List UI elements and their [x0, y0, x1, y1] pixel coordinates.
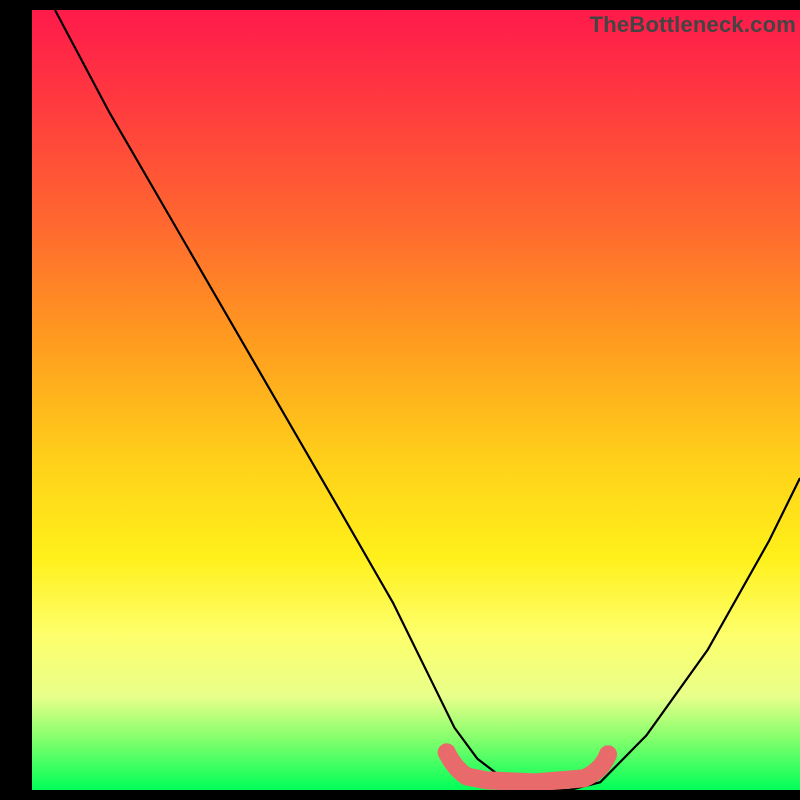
chart-svg	[32, 10, 800, 790]
flat-zone-dot-right	[599, 745, 617, 763]
flat-zone-dot-left	[438, 743, 456, 761]
curve-line	[55, 10, 800, 790]
optimal-flat-zone	[438, 743, 617, 782]
letterbox-frame: TheBottleneck.com	[0, 0, 800, 800]
flat-zone-line	[447, 752, 608, 782]
bottleneck-curve	[55, 10, 800, 790]
chart-plot-area: TheBottleneck.com	[32, 10, 800, 790]
